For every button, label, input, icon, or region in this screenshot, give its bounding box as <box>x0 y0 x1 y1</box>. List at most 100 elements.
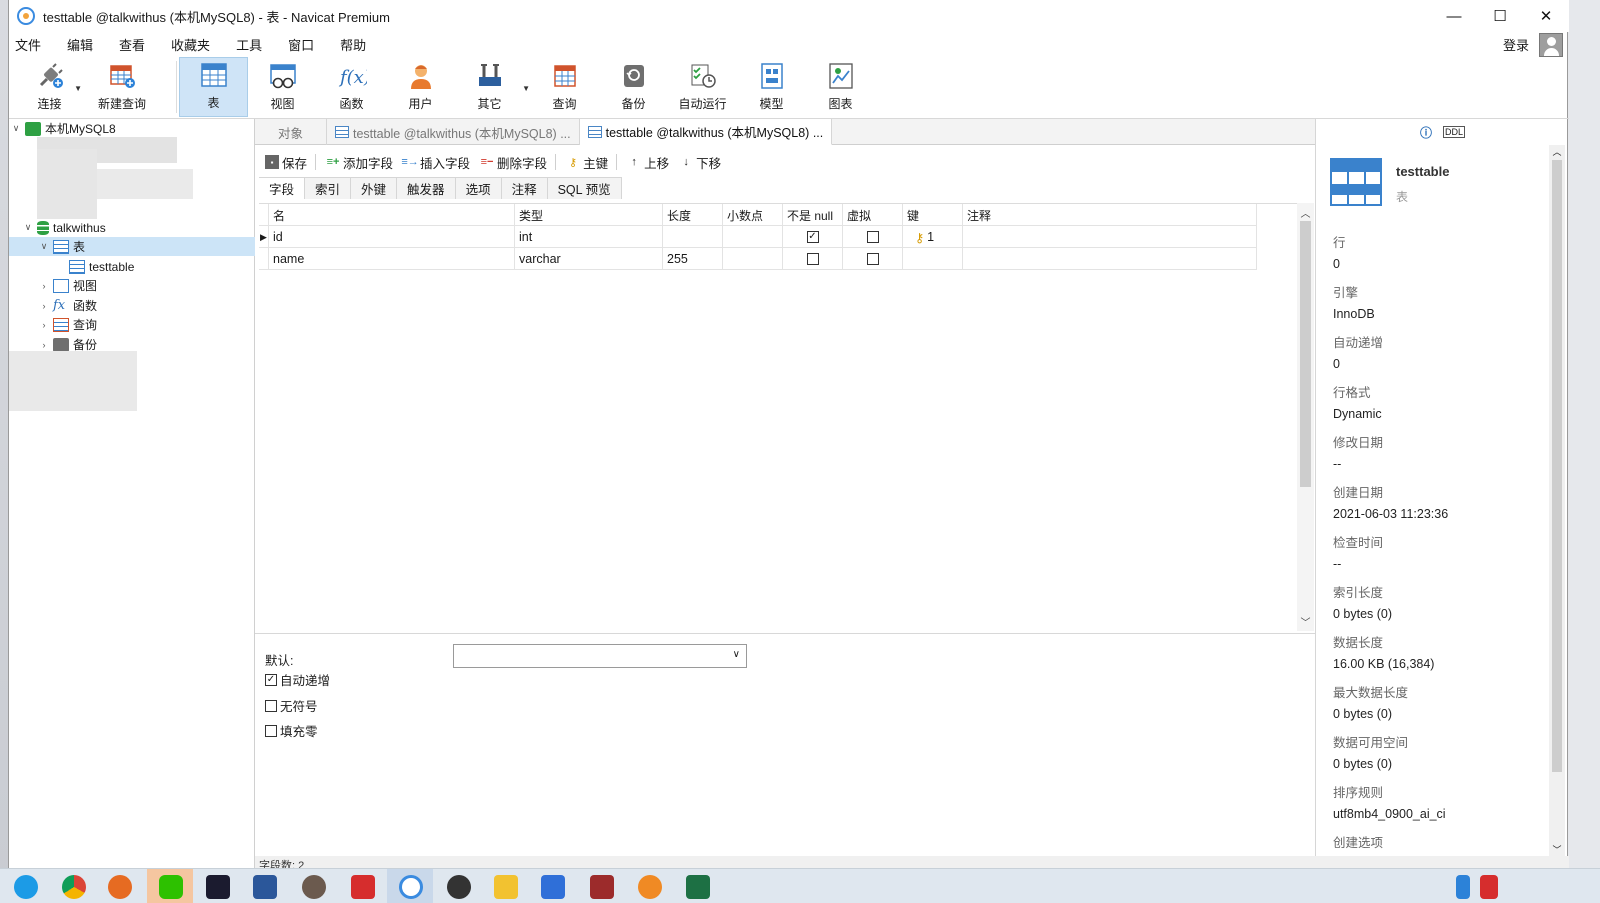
menu-tools[interactable]: 工具 <box>230 35 270 54</box>
ide-icon[interactable] <box>206 875 230 899</box>
tab-testtable-2[interactable]: testtable @talkwithus (本机MySQL8) ... <box>579 119 833 145</box>
new-query-button[interactable]: 新建查询 <box>84 57 160 117</box>
zerofill-checkbox[interactable] <box>265 724 277 737</box>
field-key-cell[interactable] <box>903 248 963 270</box>
edge-browser-icon[interactable] <box>14 875 38 899</box>
chevron-down-icon[interactable]: ∨ <box>9 123 23 134</box>
backup-button[interactable]: 备份 <box>599 57 668 117</box>
navicat-icon[interactable] <box>399 875 423 899</box>
field-decimals-cell[interactable] <box>723 248 783 270</box>
query-button[interactable]: 查询 <box>530 57 599 117</box>
table-row[interactable]: name varchar 255 <box>259 248 1257 270</box>
app-icon[interactable] <box>351 875 375 899</box>
scroll-down-icon[interactable]: ﹀ <box>1297 614 1314 629</box>
tab-objects[interactable]: 对象 <box>255 119 327 145</box>
not-null-checkbox[interactable] <box>806 253 819 265</box>
user-button[interactable]: 用户 <box>386 57 455 117</box>
field-length-cell[interactable]: 255 <box>663 248 723 270</box>
close-button[interactable]: ✕ <box>1523 0 1569 32</box>
field-type-cell[interactable]: int <box>515 226 663 248</box>
column-header-decimals[interactable]: 小数点 <box>723 204 783 226</box>
subtab-foreign-keys[interactable]: 外键 <box>351 177 398 199</box>
scroll-up-icon[interactable]: ︿ <box>1549 145 1565 158</box>
subtab-sql-preview[interactable]: SQL 预览 <box>547 177 622 199</box>
table-row[interactable]: ▶ id int ✓ ⚷ 1 <box>259 226 1257 248</box>
avatar-icon[interactable] <box>1539 33 1563 57</box>
field-length-cell[interactable] <box>663 226 723 248</box>
column-header-not-null[interactable]: 不是 null <box>783 204 843 226</box>
tree-item-views[interactable]: › 视图 <box>37 276 255 295</box>
column-header-comment[interactable]: 注释 <box>963 204 1257 226</box>
chevron-down-icon[interactable]: ∨ <box>37 241 51 252</box>
subtab-fields[interactable]: 字段 <box>259 177 306 199</box>
menu-view[interactable]: 查看 <box>113 35 153 54</box>
column-header-type[interactable]: 类型 <box>515 204 663 226</box>
chrome-icon[interactable] <box>62 875 86 899</box>
save-button[interactable]: ▪ 保存 <box>261 151 311 174</box>
minimize-button[interactable]: — <box>1431 0 1477 32</box>
tray-icon[interactable] <box>1480 875 1498 899</box>
tab-testtable-1[interactable]: testtable @talkwithus (本机MySQL8) ... <box>327 119 580 145</box>
info-icon[interactable]: ⓘ <box>1420 124 1432 141</box>
chevron-right-icon[interactable]: › <box>37 281 51 291</box>
chevron-down-icon[interactable]: ∨ <box>21 222 35 233</box>
zerofill-option[interactable]: 填充零 <box>265 721 318 740</box>
view-button[interactable]: 视图 <box>248 57 317 117</box>
field-comment-cell[interactable] <box>963 248 1257 270</box>
app-icon[interactable] <box>590 875 614 899</box>
chevron-right-icon[interactable]: › <box>37 320 51 330</box>
column-header-virtual[interactable]: 虚拟 <box>843 204 903 226</box>
virtual-checkbox[interactable] <box>866 253 879 265</box>
field-key-cell[interactable]: ⚷ 1 <box>903 226 963 248</box>
auto-increment-option[interactable]: ✓ 自动递增 <box>265 670 330 689</box>
delete-field-button[interactable]: ≡− 删除字段 <box>476 151 551 174</box>
chart-button[interactable]: 图表 <box>806 57 875 117</box>
app-icon[interactable] <box>447 875 471 899</box>
field-not-null-cell[interactable] <box>783 248 843 270</box>
grid-scrollbar[interactable]: ︿ ﹀ <box>1297 203 1314 631</box>
default-value-select[interactable]: ∨ <box>453 644 747 668</box>
chevron-right-icon[interactable]: › <box>37 340 51 350</box>
field-type-cell[interactable]: varchar <box>515 248 663 270</box>
tree-item-functions[interactable]: › fx 函数 <box>37 296 255 315</box>
file-explorer-icon[interactable] <box>494 875 518 899</box>
tree-item-tables[interactable]: ∨ 表 <box>9 237 255 256</box>
tree-item-queries[interactable]: › 查询 <box>37 315 255 334</box>
menu-window[interactable]: 窗口 <box>282 35 322 54</box>
ddl-icon[interactable]: DDL <box>1443 126 1466 138</box>
field-decimals-cell[interactable] <box>723 226 783 248</box>
scroll-up-icon[interactable]: ︿ <box>1297 205 1314 220</box>
column-header-length[interactable]: 长度 <box>663 204 723 226</box>
app-icon[interactable] <box>638 875 662 899</box>
tree-item-database[interactable]: ∨ talkwithus <box>21 218 255 237</box>
scrollbar-thumb[interactable] <box>1552 160 1562 772</box>
tree-item-testtable[interactable]: testtable <box>67 257 255 276</box>
move-up-button[interactable]: ↑ 上移 <box>623 151 673 174</box>
primary-key-button[interactable]: ⚷ 主键 <box>562 151 612 174</box>
table-button[interactable]: 表 <box>179 57 248 117</box>
column-header-key[interactable]: 键 <box>903 204 963 226</box>
firefox-icon[interactable] <box>108 875 132 899</box>
excel-icon[interactable] <box>686 875 710 899</box>
add-field-button[interactable]: ≡+ 添加字段 <box>322 151 397 174</box>
field-virtual-cell[interactable] <box>843 226 903 248</box>
powershell-icon[interactable] <box>541 875 565 899</box>
word-icon[interactable] <box>253 875 277 899</box>
maximize-button[interactable]: ☐ <box>1477 0 1523 32</box>
field-name-cell[interactable]: name <box>269 248 515 270</box>
chevron-down-icon[interactable]: ▼ <box>74 84 82 93</box>
model-button[interactable]: 模型 <box>737 57 806 117</box>
scroll-down-icon[interactable]: ﹀ <box>1549 843 1565 856</box>
function-button[interactable]: f(x) 函数 <box>317 57 386 117</box>
field-comment-cell[interactable] <box>963 226 1257 248</box>
tray-icon[interactable] <box>1456 875 1470 899</box>
menu-file[interactable]: 文件 <box>9 35 49 54</box>
login-link[interactable]: 登录 <box>1503 35 1529 54</box>
auto-increment-checkbox[interactable]: ✓ <box>265 673 277 686</box>
chevron-right-icon[interactable]: › <box>37 301 51 311</box>
field-virtual-cell[interactable] <box>843 248 903 270</box>
other-button[interactable]: 其它 ▼ <box>455 57 530 117</box>
move-down-button[interactable]: ↓ 下移 <box>675 151 725 174</box>
subtab-options[interactable]: 选项 <box>455 177 502 199</box>
virtual-checkbox[interactable] <box>866 231 879 243</box>
